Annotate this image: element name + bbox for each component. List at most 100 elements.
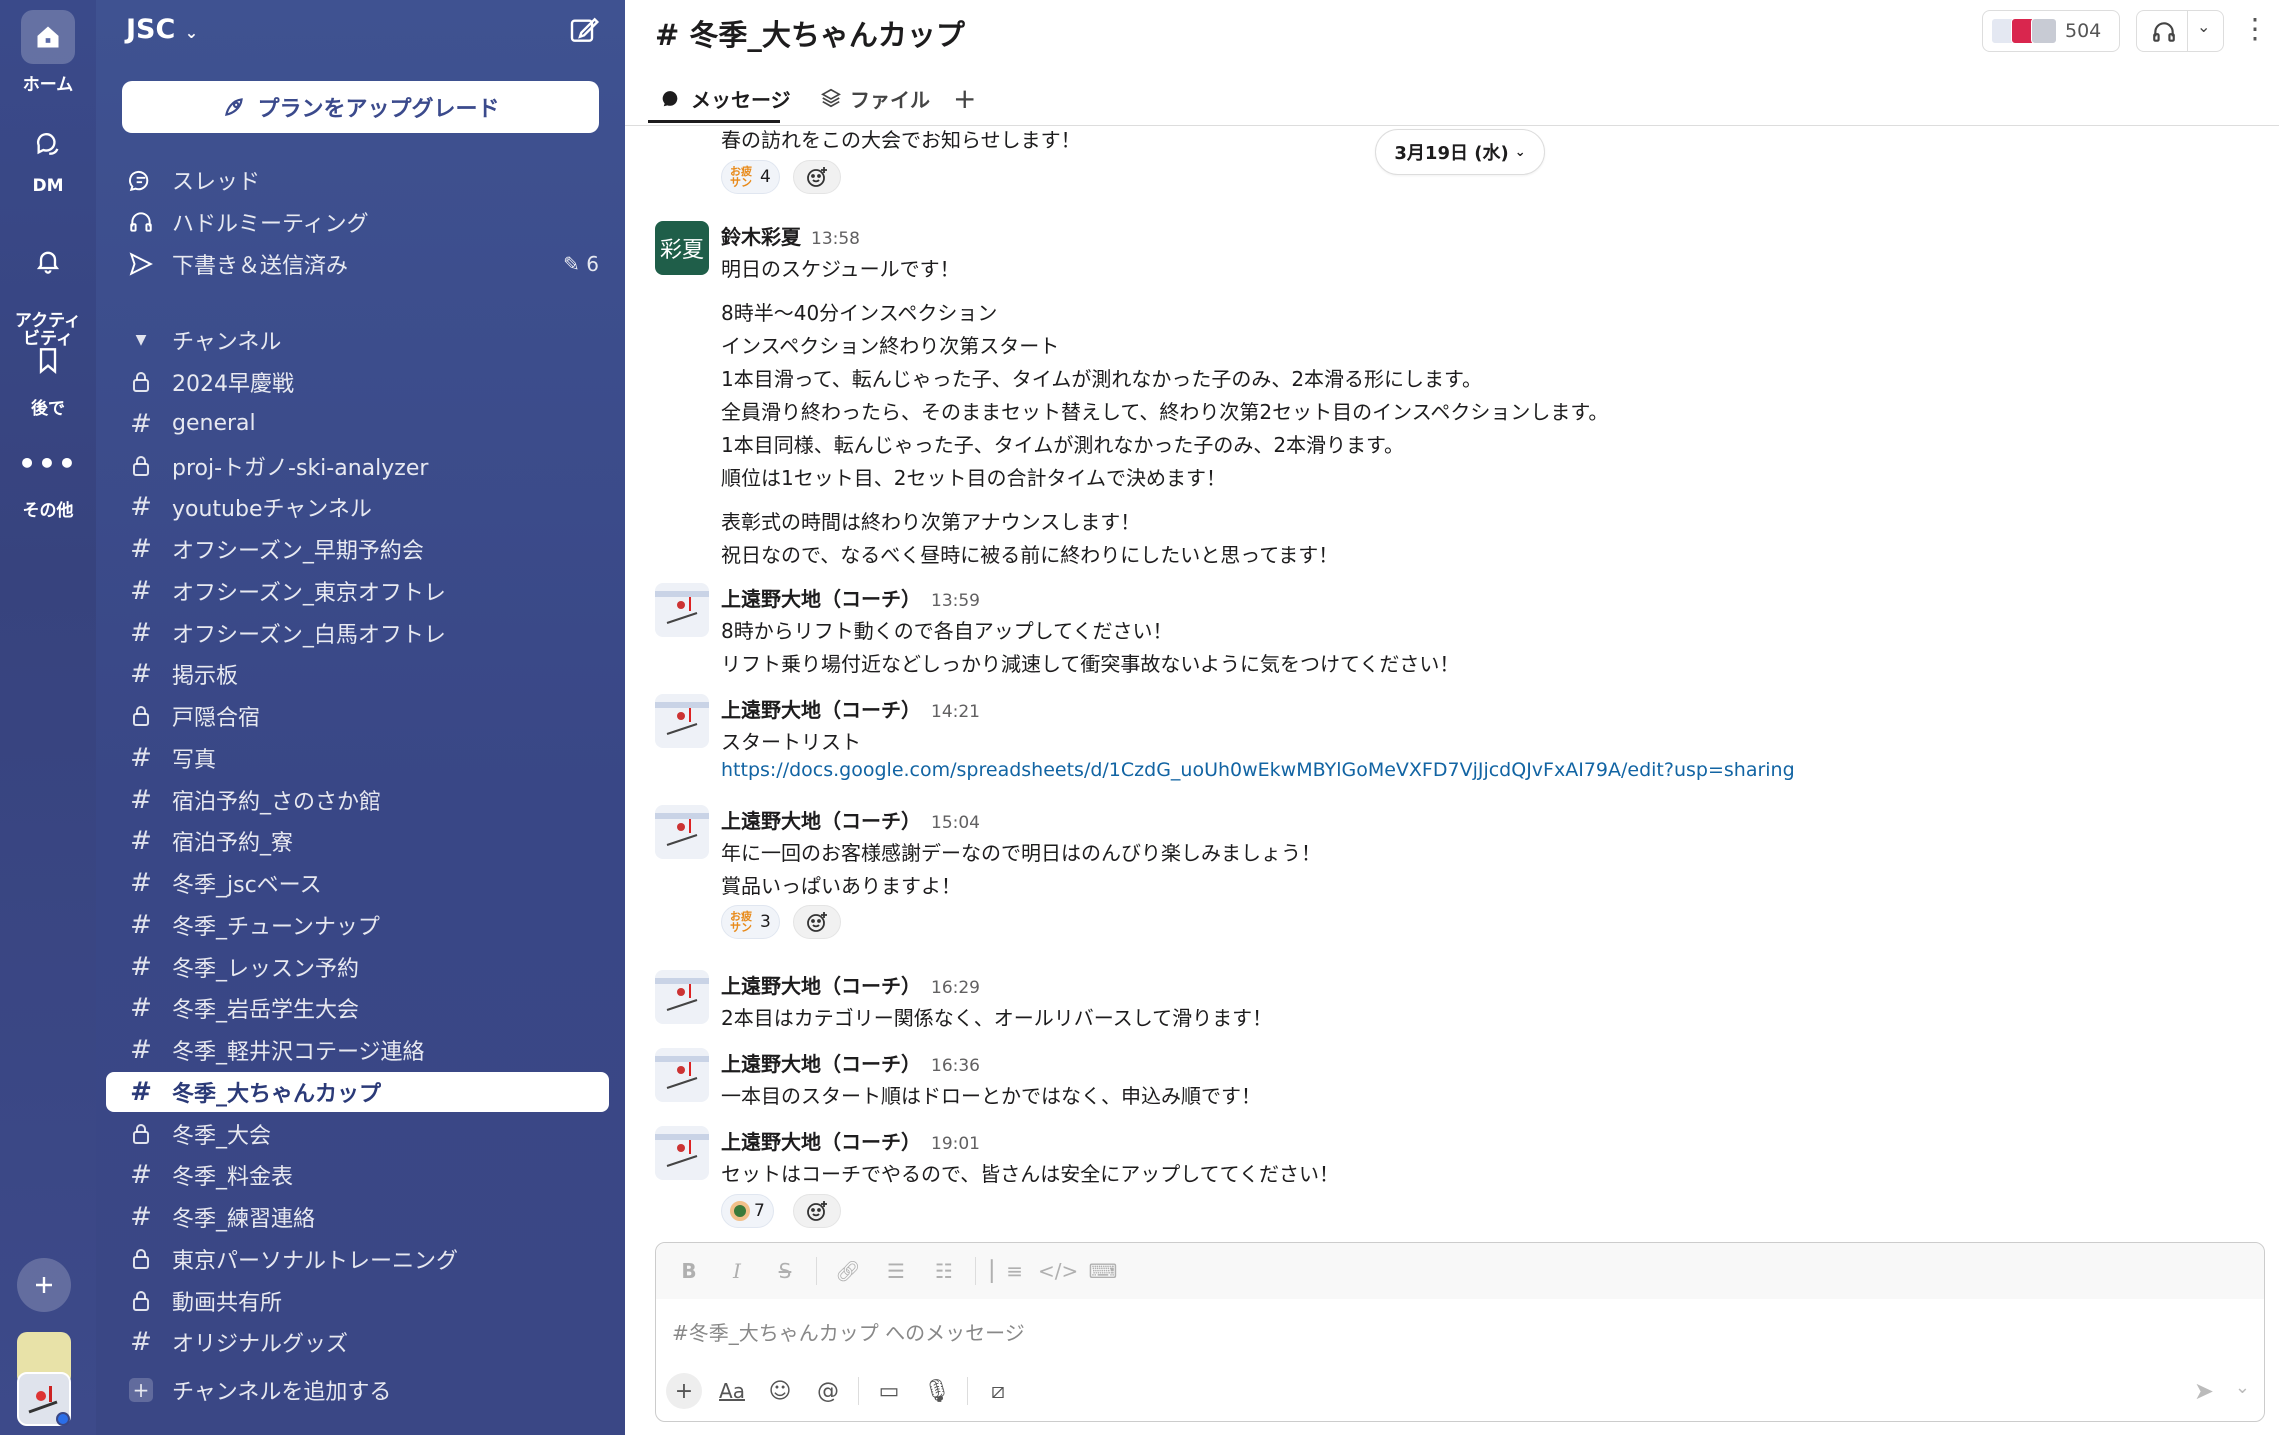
message-time[interactable]: 16:36	[931, 1056, 980, 1076]
avatar[interactable]	[655, 694, 709, 748]
message-time[interactable]: 19:01	[931, 1134, 980, 1154]
more-options-icon[interactable]: ⋮	[2241, 12, 2269, 52]
add-reaction-button[interactable]	[793, 905, 841, 939]
avatar[interactable]	[655, 1048, 709, 1102]
sidebar-channel-item[interactable]: # オフシーズン_東京オフトレ	[106, 571, 609, 611]
sidebar-channel-item[interactable]: # オフシーズン_早期予約会	[106, 529, 609, 569]
sidebar-item-label: ハドルミーティング	[172, 212, 369, 237]
sidebar-channel-item[interactable]: # general	[106, 404, 609, 444]
sidebar-channel-item[interactable]: # 冬季_大ちゃんカップ	[106, 1071, 609, 1112]
channels-section-header[interactable]: ▼ チャンネル	[106, 320, 609, 360]
avatar[interactable]	[655, 970, 709, 1024]
reaction-pill[interactable]: お疲 サン 3	[721, 905, 780, 939]
slash-command-icon[interactable]: ⧄	[980, 1373, 1016, 1409]
bulleted-list-icon[interactable]: ☷	[927, 1259, 961, 1283]
sidebar-channel-item[interactable]: # 冬季_チューンナップ	[106, 905, 609, 945]
sidebar-channel-item[interactable]: # 冬季_軽井沢コテージ連絡	[106, 1030, 609, 1070]
add-reaction-button[interactable]	[793, 1194, 841, 1228]
spreadsheet-link[interactable]: https://docs.google.com/spreadsheets/d/1…	[721, 759, 1795, 781]
upgrade-plan-button[interactable]: プランをアップグレード	[122, 81, 599, 133]
sidebar-channel-item[interactable]: # 冬季_練習連絡	[106, 1197, 609, 1237]
sidebar-channel-item[interactable]: # オリジナルグッズ	[106, 1322, 609, 1362]
channel-title[interactable]: # 冬季_大ちゃんカップ	[655, 12, 965, 54]
divider	[967, 1377, 968, 1405]
sidebar-channel-label: proj-トガノ-ski-analyzer	[172, 455, 429, 481]
mention-icon[interactable]: @	[810, 1373, 846, 1409]
add-workspace-button[interactable]	[17, 1258, 71, 1312]
avatar[interactable]	[655, 1126, 709, 1180]
avatar[interactable]	[655, 805, 709, 859]
message-author[interactable]: 上遠野大地（コーチ） 16:36	[721, 1048, 980, 1077]
members-button[interactable]: 504	[1982, 10, 2120, 52]
sidebar-channel-item[interactable]: # 宿泊予約_さのさか館	[106, 780, 609, 820]
rail-activity[interactable]: アクティ ビティ	[0, 216, 96, 348]
send-icon[interactable]: ➤	[2194, 1377, 2214, 1405]
rail-home[interactable]: ホーム	[0, 10, 96, 95]
sidebar-channel-item[interactable]: 2024早慶戦	[106, 362, 609, 402]
rail-later[interactable]: 後で	[0, 334, 96, 419]
sidebar-channel-item[interactable]: 戸隠合宿	[106, 696, 609, 736]
sidebar-channel-item[interactable]: # 宿泊予約_寮	[106, 821, 609, 861]
rail-more[interactable]: ••• その他	[0, 436, 96, 522]
message-time[interactable]: 15:04	[931, 813, 980, 833]
microphone-icon[interactable]: 🎙︎	[919, 1373, 955, 1409]
skier-avatar-icon	[655, 970, 709, 1024]
tab-messages[interactable]: メッセージ	[661, 80, 791, 116]
sidebar-channel-item[interactable]: proj-トガノ-ski-analyzer	[106, 446, 609, 486]
ordered-list-icon[interactable]: ☰	[879, 1259, 913, 1283]
sidebar-channel-item[interactable]: # 掲示板	[106, 654, 609, 694]
attach-plus-icon[interactable]: +	[666, 1373, 702, 1409]
date-divider-button[interactable]: 3月19日 (水) ⌄	[1375, 129, 1545, 175]
reaction-pill[interactable]: お疲 サン 4	[721, 160, 780, 194]
sidebar-item-drafts[interactable]: 下書き＆送信済み ✎ 6	[106, 244, 609, 284]
message-author[interactable]: 上遠野大地（コーチ） 14:21	[721, 694, 980, 723]
message-time[interactable]: 16:29	[931, 978, 980, 998]
strikethrough-icon[interactable]: S	[768, 1259, 802, 1283]
sidebar-channel-item[interactable]: # オフシーズン_白馬オフトレ	[106, 613, 609, 653]
blockquote-icon[interactable]: ▏≡	[990, 1259, 1024, 1283]
code-icon[interactable]: </>	[1038, 1259, 1078, 1283]
sidebar-channel-item[interactable]: 東京パーソナルトレーニング	[106, 1239, 609, 1279]
add-tab-button[interactable]: +	[953, 80, 976, 116]
add-channel-button[interactable]: + チャンネルを追加する	[106, 1370, 609, 1410]
chevron-down-icon[interactable]: ⌄	[2197, 17, 2210, 36]
message-author[interactable]: 上遠野大地（コーチ） 13:59	[721, 583, 980, 612]
message-time[interactable]: 13:59	[931, 591, 980, 611]
message-author[interactable]: 上遠野大地（コーチ） 19:01	[721, 1126, 980, 1155]
code-block-icon[interactable]: ⌨	[1086, 1259, 1120, 1283]
avatar[interactable]	[655, 583, 709, 637]
sidebar-item-huddles[interactable]: ハドルミーティング	[106, 202, 609, 242]
sidebar-channel-item[interactable]: 冬季_大会	[106, 1114, 609, 1154]
message-time[interactable]: 14:21	[931, 702, 980, 722]
emoji-icon[interactable]: ☺	[762, 1373, 798, 1409]
sidebar-channel-label: 冬季_練習連絡	[172, 1207, 316, 1232]
sidebar-channel-item[interactable]: # 冬季_レッスン予約	[106, 947, 609, 987]
format-toggle-button[interactable]: Aa	[714, 1373, 750, 1409]
rail-dm[interactable]: DM	[0, 116, 96, 196]
sidebar-channel-item[interactable]: # 写真	[106, 738, 609, 778]
compose-button[interactable]	[568, 14, 604, 50]
add-reaction-button[interactable]	[793, 160, 841, 194]
message-author[interactable]: 上遠野大地（コーチ） 16:29	[721, 970, 980, 999]
send-options-icon[interactable]: ⌄	[2235, 1377, 2250, 1398]
message-time[interactable]: 13:58	[811, 229, 860, 249]
message-author[interactable]: 鈴木彩夏 13:58	[721, 221, 860, 250]
bold-icon[interactable]: B	[672, 1259, 706, 1283]
huddle-button[interactable]: ⌄	[2136, 10, 2224, 52]
workspace-name[interactable]: JSC ⌄	[126, 14, 198, 45]
avatar[interactable]: 彩夏	[655, 221, 709, 275]
hash-icon: #	[130, 659, 152, 690]
message-input[interactable]: #冬季_大ちゃんカップ へのメッセージ	[672, 1317, 1025, 1346]
sidebar-item-threads[interactable]: スレッド	[106, 160, 609, 200]
italic-icon[interactable]: I	[720, 1259, 754, 1283]
reaction-pill[interactable]: 7	[721, 1194, 774, 1228]
sidebar-channel-item[interactable]: # 冬季_jscベース	[106, 863, 609, 903]
sidebar-channel-item[interactable]: # youtubeチャンネル	[106, 487, 609, 527]
sidebar-channel-item[interactable]: # 冬季_料金表	[106, 1155, 609, 1195]
sidebar-channel-item[interactable]: 動画共有所	[106, 1281, 609, 1321]
message-author[interactable]: 上遠野大地（コーチ） 15:04	[721, 805, 980, 834]
link-icon[interactable]: 🔗︎	[831, 1259, 865, 1283]
video-icon[interactable]: ▭	[871, 1373, 907, 1409]
sidebar-channel-item[interactable]: # 冬季_岩岳学生大会	[106, 988, 609, 1028]
tab-files[interactable]: ファイル	[820, 80, 930, 116]
